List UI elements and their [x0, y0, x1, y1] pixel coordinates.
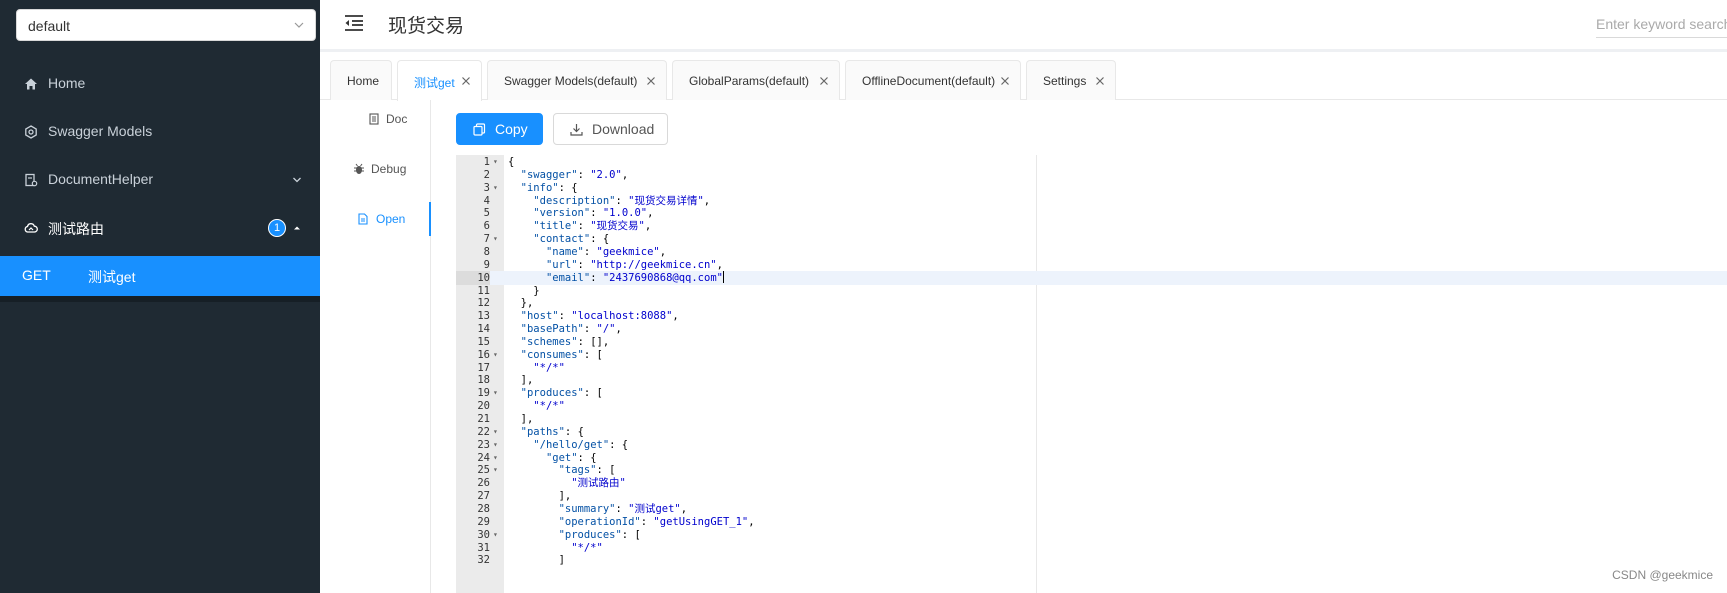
- tab-settings[interactable]: Settings: [1026, 60, 1116, 100]
- tab-label: OfflineDocument(default): [862, 74, 996, 88]
- subtab-debug[interactable]: Debug: [320, 152, 431, 186]
- sidebar-item-label: 测试路由: [48, 221, 104, 237]
- copy-button-label: Copy: [495, 121, 528, 137]
- download-button[interactable]: Download: [553, 113, 668, 145]
- sidebar-subitem-get-test[interactable]: GET 测试get: [0, 256, 320, 296]
- tab-label: GlobalParams(default): [689, 74, 810, 88]
- chevron-up-icon: [294, 226, 300, 230]
- menu-fold-icon[interactable]: [344, 14, 364, 32]
- code-line[interactable]: 32 ]: [456, 553, 1727, 567]
- close-icon[interactable]: [646, 76, 656, 86]
- close-icon[interactable]: [819, 76, 829, 86]
- http-method-label: GET: [22, 267, 51, 283]
- tab-global-params[interactable]: GlobalParams(default): [672, 60, 840, 100]
- download-icon: [570, 124, 583, 136]
- tab-home[interactable]: Home: [330, 60, 392, 100]
- tab-swagger-models[interactable]: Swagger Models(default): [487, 60, 667, 100]
- group-select[interactable]: default: [16, 9, 316, 41]
- page-title: 现货交易: [388, 16, 465, 37]
- copy-button[interactable]: Copy: [456, 113, 543, 145]
- divider: [0, 296, 320, 302]
- subtab-label: Doc: [386, 112, 408, 126]
- line-number: 32: [477, 554, 490, 567]
- tab-bar: Home 测试get Swagger Models(default) Globa…: [320, 55, 1727, 101]
- json-code-editor[interactable]: 1 ▾{2 "swagger": "2.0", 3 ▾ "info": {4 "des…: [456, 155, 1727, 593]
- subtab-doc[interactable]: Doc: [320, 102, 431, 136]
- tab-label: 测试get: [414, 76, 455, 90]
- watermark: CSDN @geekmice: [1612, 568, 1713, 582]
- sidebar-item-test-route[interactable]: 测试路由 1: [0, 208, 320, 248]
- doc-icon: [25, 173, 38, 187]
- close-icon[interactable]: [1000, 76, 1010, 86]
- sidebar-item-document-helper[interactable]: DocumentHelper: [0, 160, 320, 200]
- code-text: ]: [508, 554, 565, 567]
- header: 现货交易: [320, 0, 1727, 52]
- sidebar-item-home[interactable]: Home: [0, 64, 320, 104]
- subtab-label: Debug: [371, 162, 407, 176]
- api-name-label: 测试get: [88, 269, 136, 285]
- search-input[interactable]: [1596, 10, 1727, 38]
- count-badge: 1: [268, 219, 286, 237]
- tab-test-get[interactable]: 测试get: [397, 60, 482, 101]
- sidebar-item-swagger-models[interactable]: Swagger Models: [0, 112, 320, 152]
- sidebar-item-label: Home: [48, 75, 86, 91]
- doc-subtabs: Doc Debug Open: [320, 100, 431, 593]
- close-icon[interactable]: [461, 76, 471, 86]
- file-icon: [369, 113, 379, 125]
- subtab-open[interactable]: Open: [320, 202, 431, 236]
- gear-icon: [25, 125, 37, 139]
- tab-label: Settings: [1043, 74, 1087, 88]
- sidebar-item-label: DocumentHelper: [48, 171, 154, 187]
- file-text-icon: [358, 213, 368, 225]
- chevron-down-icon: [293, 177, 301, 183]
- sidebar: default Home Swagger Models DocumentHelp…: [0, 0, 320, 593]
- cloud-icon: [24, 223, 38, 233]
- download-button-label: Download: [592, 121, 655, 137]
- bug-icon: [354, 163, 364, 174]
- tab-offline-document[interactable]: OfflineDocument(default): [845, 60, 1021, 100]
- chevron-down-icon: [294, 22, 304, 28]
- tab-label: Home: [347, 74, 380, 88]
- home-icon: [25, 78, 37, 90]
- subtab-label: Open: [376, 212, 406, 226]
- tab-label: Swagger Models(default): [504, 74, 638, 88]
- group-select-value: default: [28, 18, 71, 34]
- text-cursor: [722, 270, 724, 283]
- sidebar-item-label: Swagger Models: [48, 123, 153, 139]
- copy-icon: [473, 123, 486, 136]
- close-icon[interactable]: [1095, 76, 1105, 86]
